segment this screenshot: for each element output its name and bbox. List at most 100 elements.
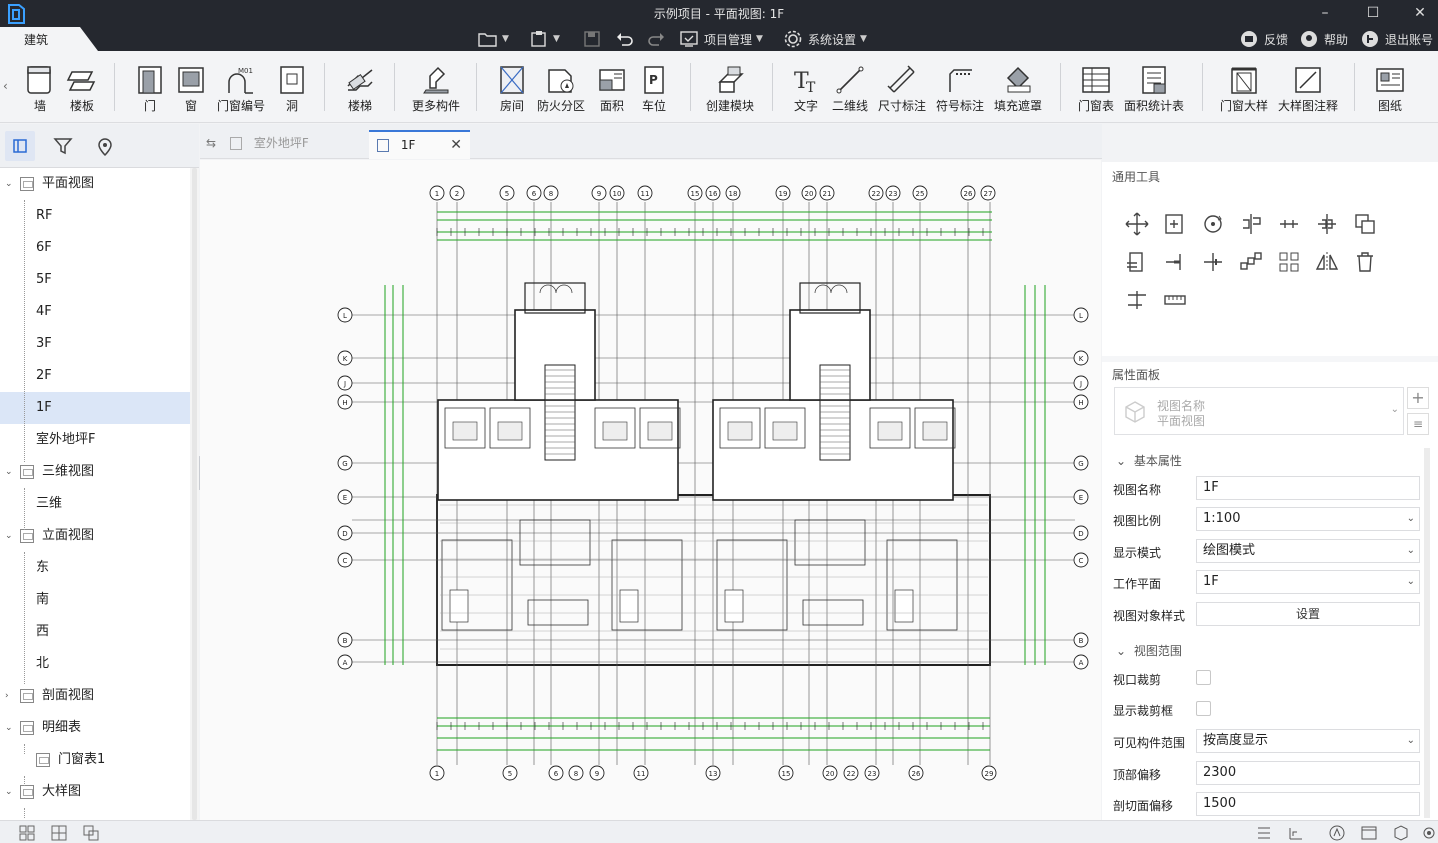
array-copy-icon[interactable] bbox=[1352, 211, 1378, 237]
maximize-button[interactable]: ☐ bbox=[1353, 0, 1393, 26]
view-range-group[interactable]: ⌄ 视图范围 bbox=[1116, 642, 1182, 659]
filter-button[interactable] bbox=[48, 131, 78, 161]
cascade-view-icon[interactable] bbox=[82, 824, 100, 842]
ribbon-create-module-button[interactable]: 创建模块 bbox=[706, 51, 754, 123]
ribbon-detail-annotation-button[interactable]: 大样图注释 bbox=[1278, 51, 1338, 123]
minimize-button[interactable]: – bbox=[1305, 0, 1345, 26]
list-icon[interactable] bbox=[1255, 824, 1273, 842]
prop-checkbox[interactable] bbox=[1196, 701, 1211, 716]
close-tab-icon[interactable]: ✕ bbox=[450, 132, 462, 158]
properties-scrollbar[interactable] bbox=[1424, 448, 1430, 818]
tree-node[interactable]: ⌄ 三维视图 bbox=[0, 456, 190, 488]
ribbon-dimension-button[interactable]: 尺寸标注 bbox=[878, 51, 926, 123]
ribbon-parking-button[interactable]: P 车位 bbox=[634, 51, 674, 123]
save-button[interactable] bbox=[583, 29, 601, 49]
tree-node[interactable]: 1F bbox=[0, 392, 190, 424]
ribbon-more-components-button[interactable]: 更多构件 bbox=[412, 51, 460, 123]
tree-scrollbar[interactable] bbox=[190, 168, 199, 820]
tree-node[interactable]: ⌄ 立面视图 bbox=[0, 520, 190, 552]
ribbon-door-window-tag-button[interactable]: M01 门窗编号 bbox=[217, 51, 265, 123]
tree-node[interactable]: 6F bbox=[0, 232, 190, 264]
tree-node[interactable]: 西 bbox=[0, 616, 190, 648]
tree-node[interactable]: 门窗表1 bbox=[0, 744, 190, 776]
tree-node[interactable]: 3F bbox=[0, 328, 190, 360]
mirror-icon[interactable] bbox=[1314, 249, 1340, 275]
basic-props-group[interactable]: ⌄ 基本属性 bbox=[1116, 452, 1182, 469]
ribbon-sheet-button[interactable]: 图纸 bbox=[1370, 51, 1410, 123]
tree-node[interactable]: › 剖面视图 bbox=[0, 680, 190, 712]
redo-button[interactable] bbox=[646, 29, 666, 49]
ribbon-door-window-schedule-button[interactable]: 门窗表 bbox=[1076, 51, 1116, 123]
tree-node[interactable]: 三维 bbox=[0, 488, 190, 520]
ribbon-door-window-detail-button[interactable]: 门窗大样 bbox=[1220, 51, 1268, 123]
annotation-icon[interactable] bbox=[1328, 824, 1346, 842]
layout-grid-icon[interactable] bbox=[18, 824, 36, 842]
tree-node[interactable]: ⌄ 大样图 bbox=[0, 776, 190, 808]
close-button[interactable]: ✕ bbox=[1400, 0, 1438, 26]
ribbon-opening-button[interactable]: 洞 bbox=[272, 51, 312, 123]
expand-arrow-icon[interactable]: ⌄ bbox=[5, 776, 13, 808]
extend-icon[interactable] bbox=[1200, 249, 1226, 275]
rotate-icon[interactable] bbox=[1200, 211, 1226, 237]
trim-icon[interactable] bbox=[1162, 249, 1188, 275]
ribbon-fill-mask-button[interactable]: 填充遮罩 bbox=[994, 51, 1042, 123]
tree-node[interactable]: 东 bbox=[0, 552, 190, 584]
move-icon[interactable] bbox=[1124, 211, 1150, 237]
ribbon-window-button[interactable]: 窗 bbox=[171, 51, 211, 123]
tree-node[interactable]: ⌄ 平面视图 bbox=[0, 168, 190, 200]
window-icon[interactable] bbox=[1360, 824, 1378, 842]
ribbon-area-schedule-button[interactable]: 面积统计表 bbox=[1124, 51, 1184, 123]
doc-tab-1f[interactable]: 1F ✕ bbox=[369, 130, 470, 159]
ribbon-scroll-left-button[interactable]: ‹ bbox=[3, 79, 8, 93]
locate-button[interactable] bbox=[90, 131, 120, 161]
tab-architecture[interactable]: 建筑 bbox=[0, 27, 98, 51]
join-icon[interactable] bbox=[1238, 249, 1264, 275]
prop-select[interactable]: 绘图模式 ⌄ bbox=[1196, 539, 1420, 563]
ribbon-symbol-annotation-button[interactable]: 符号标注 bbox=[936, 51, 984, 123]
prop-select[interactable]: 1:100 ⌄ bbox=[1196, 507, 1420, 531]
ribbon-fire-zone-button[interactable]: 防火分区 bbox=[537, 51, 585, 123]
ribbon-line-2d-button[interactable]: 二维线 bbox=[830, 51, 870, 123]
open-file-button[interactable]: ▼ bbox=[478, 29, 509, 49]
tree-node[interactable]: 室外地坪F bbox=[0, 424, 190, 456]
copy-icon[interactable] bbox=[1162, 211, 1188, 237]
feedback-button[interactable]: 反馈 bbox=[1240, 29, 1288, 49]
collapse-arrow-icon[interactable]: › bbox=[5, 680, 9, 712]
ribbon-room-button[interactable]: 房间 bbox=[492, 51, 532, 123]
tree-node[interactable]: 4F bbox=[0, 296, 190, 328]
tab-list-icon[interactable]: ⇆ bbox=[206, 130, 230, 159]
tree-node[interactable]: 5F bbox=[0, 264, 190, 296]
ribbon-slab-button[interactable]: 楼板 bbox=[62, 51, 102, 123]
project-management-menu[interactable]: 项目管理 ▼ bbox=[679, 29, 763, 49]
prop-settings-button[interactable]: 设置 bbox=[1196, 602, 1420, 626]
prop-checkbox[interactable] bbox=[1196, 670, 1211, 685]
prop-input[interactable]: 1F bbox=[1196, 476, 1420, 500]
prop-select[interactable]: 1F ⌄ bbox=[1196, 570, 1420, 594]
prop-input[interactable]: 2300 bbox=[1196, 761, 1420, 785]
tree-node[interactable]: ⌄ 明细表 bbox=[0, 712, 190, 744]
floor-plan-drawing[interactable]: 1 2 5 6 8 9 10 11 15 16 18 19 20 21 22 23 25 26 271 5 6 8 9 11 1… bbox=[200, 160, 1101, 820]
doc-tab-outdoor[interactable]: 室外地坪F bbox=[230, 130, 370, 159]
tree-node[interactable]: 北 bbox=[0, 648, 190, 680]
snap-icon[interactable] bbox=[1287, 824, 1305, 842]
help-button[interactable]: 帮助 bbox=[1300, 29, 1348, 49]
expand-arrow-icon[interactable]: ⌄ bbox=[5, 168, 13, 200]
tile-view-icon[interactable] bbox=[50, 824, 68, 842]
expand-arrow-icon[interactable]: ⌄ bbox=[5, 520, 13, 552]
group-icon[interactable] bbox=[1276, 249, 1302, 275]
tree-node[interactable]: 2F bbox=[0, 360, 190, 392]
prop-input[interactable]: 1500 bbox=[1196, 792, 1420, 816]
drawing-canvas[interactable]: 1 2 5 6 8 9 10 11 15 16 18 19 20 21 22 23 25 26 27 1 5 6 8 9 11 1… bbox=[200, 160, 1101, 820]
split-icon[interactable] bbox=[1314, 211, 1340, 237]
undo-button[interactable] bbox=[615, 29, 635, 49]
system-settings-menu[interactable]: 系统设置 ▼ bbox=[783, 29, 867, 49]
template-button[interactable]: ▼ bbox=[529, 29, 560, 49]
type-selector[interactable]: 视图名称 平面视图 ⌄ bbox=[1114, 387, 1404, 435]
tree-node[interactable]: 南 bbox=[0, 584, 190, 616]
expand-arrow-icon[interactable]: ⌄ bbox=[5, 712, 13, 744]
offset-icon[interactable] bbox=[1276, 211, 1302, 237]
ribbon-stair-button[interactable]: 楼梯 bbox=[340, 51, 380, 123]
box-icon[interactable] bbox=[1392, 824, 1410, 842]
ruler-icon[interactable] bbox=[1162, 287, 1188, 313]
add-type-button[interactable]: + bbox=[1407, 387, 1429, 409]
